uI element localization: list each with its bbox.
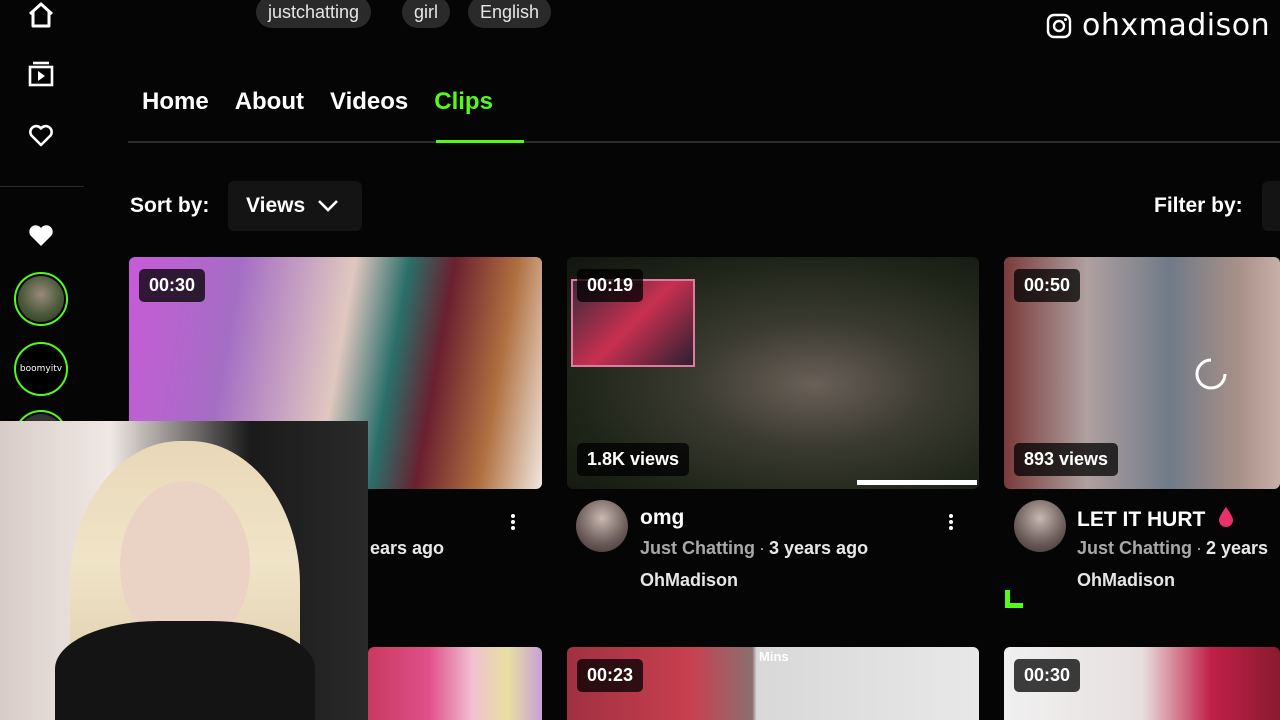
sort-dropdown[interactable]: Views [228,181,362,231]
active-tab-indicator [436,140,524,143]
instagram-handle: ohxmadison [1046,8,1270,43]
clip-category[interactable]: Just Chatting [640,538,755,558]
tag-chip[interactable]: English [468,0,552,28]
heart-filled-icon[interactable] [26,221,56,251]
more-options-icon[interactable] [508,512,518,532]
creator-avatar[interactable] [576,500,628,552]
clip-age: 2 years [1206,538,1269,558]
tag-chip[interactable]: girl [402,0,451,28]
clip-title-row[interactable]: LET IT HURT [1077,506,1235,532]
progress-bar [857,480,977,485]
tab-clips[interactable]: Clips [434,88,493,116]
clip-duration: 00:30 [1014,659,1081,692]
clip-age: 3 years ago [769,538,869,558]
creator-avatar[interactable] [1014,500,1066,552]
heart-outline-icon[interactable] [26,121,56,151]
clip-age: ears ago [370,538,445,558]
followed-channel-avatar[interactable]: boomyitv [14,342,68,396]
clip-duration: 00:19 [577,269,644,302]
filter-dropdown[interactable] [1262,181,1280,231]
webcam-overlay [0,421,368,720]
clip-thumbnail[interactable]: 00:19 1.8K views [567,257,979,489]
clip-creator-name[interactable]: OhMadison [640,570,738,591]
tab-videos[interactable]: Videos [330,88,408,116]
corner-bracket [1005,590,1023,608]
clip-title: LET IT HURT [1077,508,1206,531]
tag-chip[interactable]: justchatting [256,0,372,28]
clip-thumbnail[interactable] [368,647,542,720]
clip-meta: Just Chatting · 2 years [1077,538,1269,558]
clip-thumbnail[interactable]: 00:30 [1004,647,1280,720]
blood-drop-icon [1219,507,1234,527]
instagram-icon [1046,13,1072,38]
followed-channel-avatar[interactable] [14,272,68,326]
clip-thumbnail[interactable]: 00:23 Mins [567,647,979,720]
clip-duration: 00:30 [139,269,206,302]
videos-icon[interactable] [26,59,56,89]
tab-home[interactable]: Home [142,88,209,116]
clip-duration: 00:23 [577,659,644,692]
sort-label: Sort by: [130,194,210,217]
clip-duration: 00:50 [1014,269,1081,302]
instagram-handle-text: ohxmadison [1082,8,1271,43]
sort-value: Views [246,194,306,217]
clip-views: 1.8K views [577,443,690,476]
filter-label: Filter by: [1154,194,1243,217]
clip-category[interactable]: Just Chatting [1077,538,1192,558]
stream-overlay-text: Mins [759,649,789,664]
loading-spinner-icon [1195,358,1227,390]
rail-divider [0,186,84,187]
tabs-divider [128,141,1280,143]
clip-meta: ears ago [370,538,444,559]
home-icon[interactable] [26,0,56,30]
chevron-down-icon [318,200,339,212]
clip-meta: Just Chatting · 3 years ago [640,538,869,558]
more-options-icon[interactable] [946,512,956,532]
clip-title[interactable]: omg [640,506,684,530]
clip-creator-name[interactable]: OhMadison [1077,570,1175,591]
clip-views: 893 views [1014,443,1119,476]
tab-about[interactable]: About [235,88,304,116]
channel-tabs: Home About Videos Clips [142,88,493,116]
clip-thumbnail[interactable]: 00:50 893 views [1004,257,1280,489]
